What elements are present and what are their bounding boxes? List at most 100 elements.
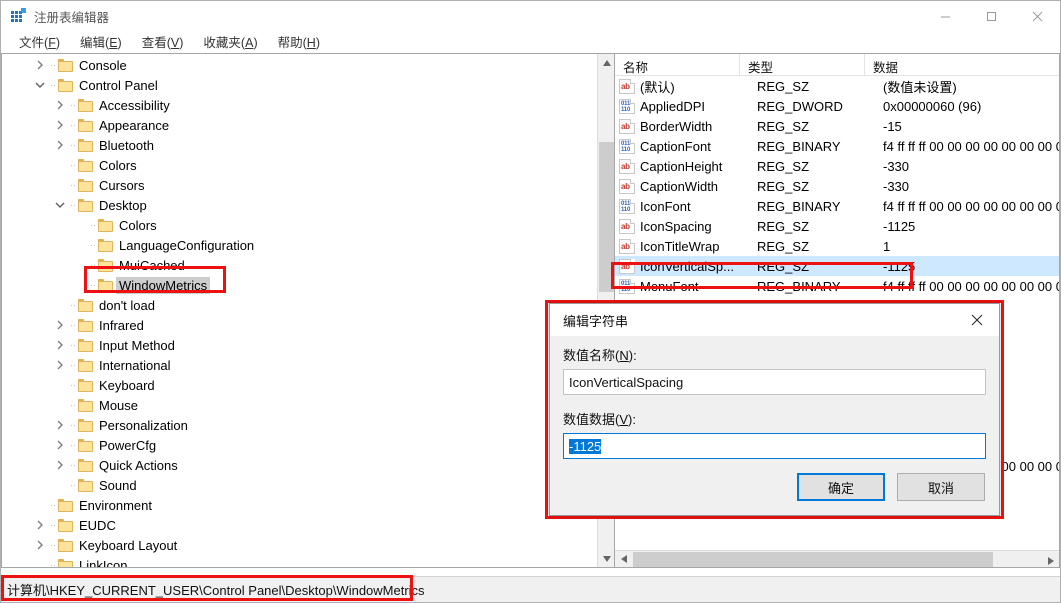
tree-expander-icon[interactable]: [72, 255, 88, 275]
close-button[interactable]: [1014, 1, 1060, 31]
menu-item-4[interactable]: 帮助(H): [268, 31, 330, 52]
tree-expander-icon[interactable]: [52, 95, 68, 115]
tree-connector: ··: [68, 155, 78, 175]
cancel-button[interactable]: 取消: [897, 473, 985, 501]
column-header-data[interactable]: 数据: [865, 54, 1059, 75]
table-row[interactable]: abIconVerticalSp...REG_SZ-1125: [615, 256, 1059, 276]
tree-item-personalization[interactable]: ··Personalization: [2, 415, 597, 435]
tree-expander-icon[interactable]: [52, 475, 68, 495]
tree-item-don-t-load[interactable]: ··don't load: [2, 295, 597, 315]
table-row[interactable]: abCaptionWidthREG_SZ-330: [615, 176, 1059, 196]
dialog-close-icon[interactable]: [955, 304, 999, 335]
table-row[interactable]: abCaptionHeightREG_SZ-330: [615, 156, 1059, 176]
tree-expander-icon[interactable]: [72, 215, 88, 235]
table-row[interactable]: 011110IconFontREG_BINARYf4 ff ff ff 00 0…: [615, 196, 1059, 216]
tree-item-label: Console: [79, 58, 127, 73]
tree-item-label: Infrared: [99, 318, 144, 333]
value-name-cell: CaptionFont: [640, 139, 750, 154]
tree-item-input-method[interactable]: ··Input Method: [2, 335, 597, 355]
tree-item-muicached[interactable]: ··MuiCached: [2, 255, 597, 275]
tree-item-windowmetrics[interactable]: ··WindowMetrics: [2, 275, 597, 295]
tree-item-label: Keyboard Layout: [79, 538, 177, 553]
table-row[interactable]: abBorderWidthREG_SZ-15: [615, 116, 1059, 136]
menu-item-1[interactable]: 编辑(E): [70, 31, 132, 52]
menu-item-label: 收藏夹: [203, 36, 241, 50]
tree-item-label: PowerCfg: [99, 438, 156, 453]
tree-expander-icon[interactable]: [52, 295, 68, 315]
tree-expander-icon[interactable]: [52, 455, 68, 475]
tree-item-keyboard-layout[interactable]: ··Keyboard Layout: [2, 535, 597, 555]
tree-expander-icon[interactable]: [52, 395, 68, 415]
tree-expander-icon[interactable]: [52, 155, 68, 175]
tree-connector: ··: [88, 255, 98, 275]
tree-scrollbar-thumb[interactable]: [599, 142, 614, 292]
tree-expander-icon[interactable]: [52, 135, 68, 155]
value-type-cell: REG_SZ: [750, 159, 875, 174]
value-data-input[interactable]: -1125: [563, 433, 986, 459]
tree-expander-icon[interactable]: [52, 315, 68, 335]
tree-item-sound[interactable]: ··Sound: [2, 475, 597, 495]
dialog-buttons: 确定 取消: [797, 473, 985, 501]
value-name-input[interactable]: IconVerticalSpacing: [563, 369, 986, 395]
registry-tree[interactable]: ··Console··Control Panel··Accessibility·…: [2, 54, 597, 567]
tree-item-console[interactable]: ··Console: [2, 55, 597, 75]
tree-item-colors[interactable]: ··Colors: [2, 155, 597, 175]
tree-item-languageconfiguration[interactable]: ··LanguageConfiguration: [2, 235, 597, 255]
tree-item-accessibility[interactable]: ··Accessibility: [2, 95, 597, 115]
tree-item-keyboard[interactable]: ··Keyboard: [2, 375, 597, 395]
tree-scroll-up-button[interactable]: [598, 54, 614, 71]
tree-expander-icon[interactable]: [72, 275, 88, 295]
tree-item-eudc[interactable]: ··EUDC: [2, 515, 597, 535]
tree-item-cursors[interactable]: ··Cursors: [2, 175, 597, 195]
table-row[interactable]: 011110AppliedDPIREG_DWORD0x00000060 (96): [615, 96, 1059, 116]
tree-expander-icon[interactable]: [52, 335, 68, 355]
menu-item-3[interactable]: 收藏夹(A): [193, 31, 267, 52]
tree-expander-icon[interactable]: [32, 535, 48, 555]
tree-item-quick-actions[interactable]: ··Quick Actions: [2, 455, 597, 475]
value-data-cell: f4 ff ff ff 00 00 00 00 00 00 00 00 0: [875, 199, 1059, 214]
column-header-name[interactable]: 名称: [615, 54, 740, 75]
table-row[interactable]: abIconSpacingREG_SZ-1125: [615, 216, 1059, 236]
table-row[interactable]: 011110MenuFontREG_BINARYf4 ff ff ff 00 0…: [615, 276, 1059, 296]
table-row[interactable]: 011110CaptionFontREG_BINARYf4 ff ff ff 0…: [615, 136, 1059, 156]
tree-item-international[interactable]: ··International: [2, 355, 597, 375]
tree-item-powercfg[interactable]: ··PowerCfg: [2, 435, 597, 455]
tree-expander-icon[interactable]: [52, 435, 68, 455]
tree-item-desktop[interactable]: ··Desktop: [2, 195, 597, 215]
tree-connector: ··: [68, 175, 78, 195]
tree-item-environment[interactable]: ··Environment: [2, 495, 597, 515]
table-row[interactable]: abIconTitleWrapREG_SZ1: [615, 236, 1059, 256]
ok-button[interactable]: 确定: [797, 473, 885, 501]
tree-expander-icon[interactable]: [32, 515, 48, 535]
column-header-type[interactable]: 类型: [740, 54, 865, 75]
tree-expander-icon[interactable]: [32, 55, 48, 75]
values-scrollbar-thumb[interactable]: [633, 552, 993, 567]
values-scroll-right-button[interactable]: [1042, 552, 1059, 568]
tree-expander-icon[interactable]: [72, 235, 88, 255]
tree-item-control-panel[interactable]: ··Control Panel: [2, 75, 597, 95]
values-horizontal-scrollbar[interactable]: [615, 550, 1059, 567]
tree-item-appearance[interactable]: ··Appearance: [2, 115, 597, 135]
tree-expander-icon[interactable]: [52, 355, 68, 375]
menu-item-2[interactable]: 查看(V): [132, 31, 194, 52]
values-scroll-left-button[interactable]: [615, 551, 632, 568]
tree-item-mouse[interactable]: ··Mouse: [2, 395, 597, 415]
tree-expander-icon[interactable]: [52, 375, 68, 395]
table-row[interactable]: ab(默认)REG_SZ(数值未设置): [615, 76, 1059, 96]
tree-expander-icon[interactable]: [32, 495, 48, 515]
tree-expander-icon[interactable]: [52, 415, 68, 435]
tree-item-colors[interactable]: ··Colors: [2, 215, 597, 235]
minimize-button[interactable]: [922, 1, 968, 31]
tree-item-bluetooth[interactable]: ··Bluetooth: [2, 135, 597, 155]
tree-expander-icon[interactable]: [32, 555, 48, 567]
tree-expander-icon[interactable]: [32, 75, 48, 95]
value-type-cell: REG_BINARY: [750, 199, 875, 214]
menu-item-0[interactable]: 文件(F): [9, 31, 70, 52]
maximize-button[interactable]: [968, 1, 1014, 31]
tree-item-linkicon[interactable]: ··LinkIcon: [2, 555, 597, 567]
tree-expander-icon[interactable]: [52, 115, 68, 135]
tree-item-infrared[interactable]: ··Infrared: [2, 315, 597, 335]
tree-expander-icon[interactable]: [52, 195, 68, 215]
tree-expander-icon[interactable]: [52, 175, 68, 195]
tree-scroll-down-button[interactable]: [598, 550, 614, 567]
